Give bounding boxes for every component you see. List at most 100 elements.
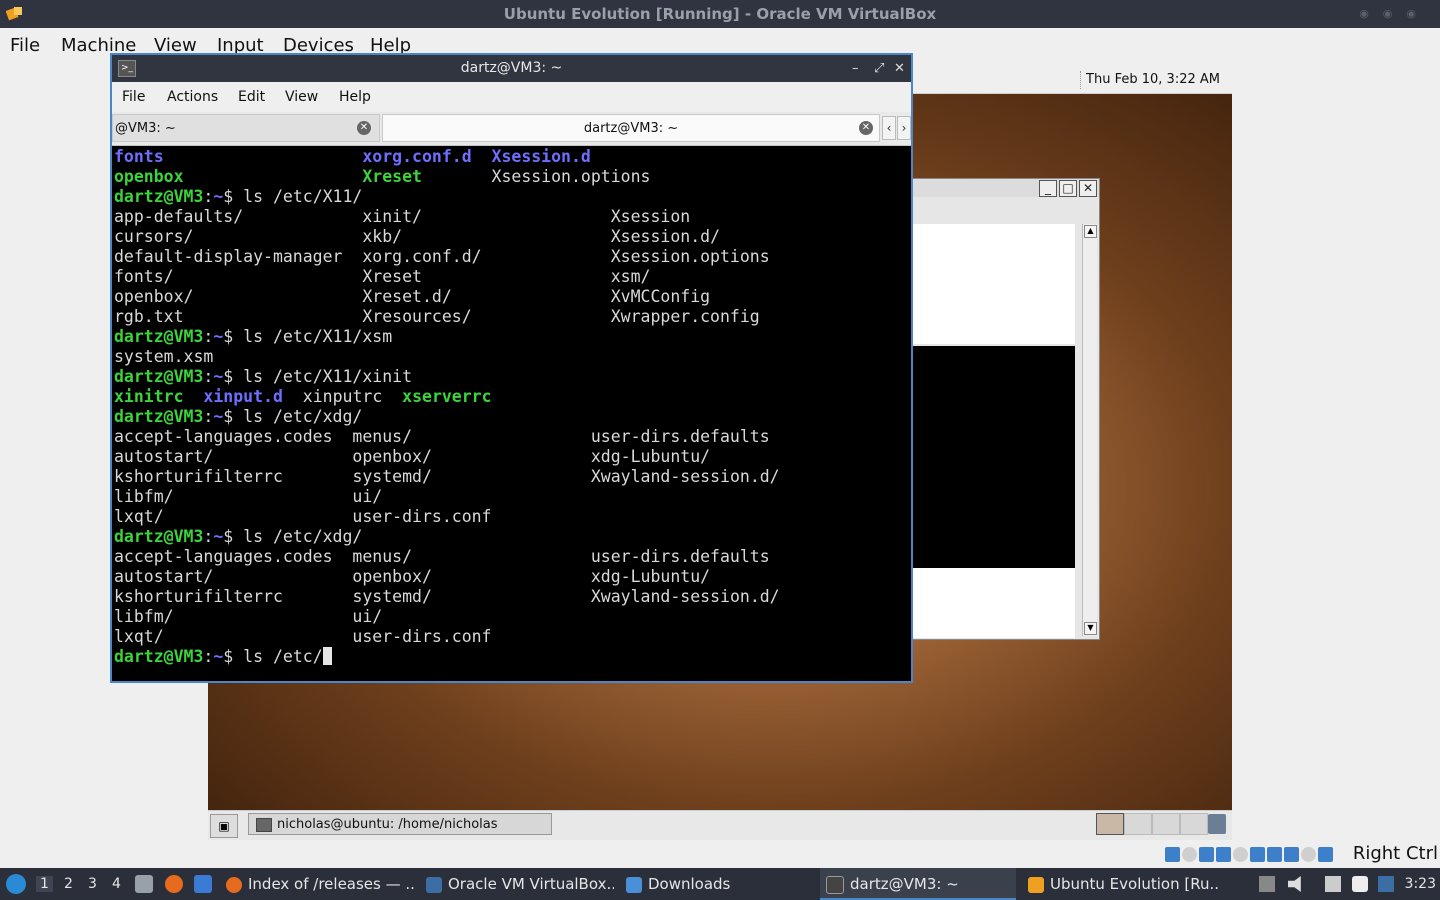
usb-icon[interactable] xyxy=(1233,847,1248,862)
audio-icon[interactable] xyxy=(1199,847,1214,862)
scroll-down-icon[interactable]: ▼ xyxy=(1084,622,1097,635)
terminal-icon: >_ xyxy=(118,60,136,77)
terminal-output-line: fonts/ Xreset xsm/ xyxy=(114,267,780,287)
guest-clock[interactable]: Thu Feb 10, 3:22 AM xyxy=(1086,72,1220,87)
scroll-up-icon[interactable]: ▲ xyxy=(1084,225,1097,238)
taskbar-task-ubuntu-vm[interactable]: Ubuntu Evolution [Ru... xyxy=(1028,868,1218,900)
column-padding xyxy=(432,447,591,466)
guest-workspace-3[interactable] xyxy=(1152,813,1180,835)
recording-icon[interactable] xyxy=(1284,847,1299,862)
trash-icon[interactable] xyxy=(1208,814,1226,834)
tab-scroll-left-icon[interactable]: ‹ xyxy=(882,116,896,140)
optical-drive-icon[interactable] xyxy=(1182,847,1197,862)
hard-disk-icon[interactable] xyxy=(1165,847,1180,862)
column-padding xyxy=(164,627,353,646)
prompt-symbol: $ xyxy=(223,407,244,426)
workspace-3[interactable]: 3 xyxy=(88,876,97,892)
terminal-menu-actions[interactable]: Actions xyxy=(167,89,218,105)
column-padding xyxy=(472,147,492,166)
ls-entry: fonts/ xyxy=(114,267,174,286)
tab-close-icon[interactable]: ✕ xyxy=(859,121,873,135)
ls-entry: Xsession.options xyxy=(610,247,770,266)
ls-entry: openbox xyxy=(114,167,184,186)
file-manager-launcher-icon[interactable] xyxy=(135,875,153,893)
ls-entry: ui/ xyxy=(352,487,383,506)
taskbar-task-firefox[interactable]: Index of /releases — ... xyxy=(226,868,414,900)
vbox-status-icons xyxy=(1165,847,1335,866)
terminal-menu-view[interactable]: View xyxy=(285,89,318,105)
tab-scroll-right-icon[interactable]: › xyxy=(897,116,911,140)
terminal-tab-2[interactable]: dartz@VM3: ~ ✕ xyxy=(382,114,880,142)
guest-inner-window[interactable]: _ □ ✕ ▲ ▼ xyxy=(908,178,1100,640)
guest-taskbar: ▣ nicholas@ubuntu: /home/nicholas xyxy=(208,810,1232,841)
volume-icon[interactable] xyxy=(1288,876,1301,892)
terminal-titlebar[interactable]: >_ dartz@VM3: ~ – ⤢ ✕ xyxy=(112,55,911,82)
display-icon[interactable] xyxy=(1267,847,1282,862)
close-icon[interactable]: ✕ xyxy=(894,55,905,82)
ls-entry: xorg.conf.d/ xyxy=(362,247,482,266)
ls-entry: XvMCConfig xyxy=(610,287,711,306)
terminal-menu-file[interactable]: File xyxy=(122,89,145,105)
prompt-symbol: $ xyxy=(223,187,244,206)
taskbar-clock[interactable]: 3:23 xyxy=(1405,876,1436,892)
task-label: Ubuntu Evolution [Ru... xyxy=(1050,875,1218,893)
clipboard-tray-icon[interactable] xyxy=(1259,876,1275,892)
start-menu-icon[interactable] xyxy=(6,874,26,894)
desktop-launcher-icon[interactable] xyxy=(194,875,212,893)
update-tray-icon[interactable] xyxy=(1378,876,1394,892)
maximize-icon[interactable]: □ xyxy=(1059,180,1077,197)
command-text: ls /etc/X11/ xyxy=(243,187,363,206)
terminal-prompt-line: dartz@VM3:~$ ls /etc/X11/xinit xyxy=(114,367,780,387)
host-window-titlebar[interactable]: Ubuntu Evolution [Running] - Oracle VM V… xyxy=(0,0,1440,28)
guest-workspace-4[interactable] xyxy=(1180,813,1208,835)
column-padding xyxy=(174,267,363,286)
column-padding xyxy=(422,267,611,286)
close-icon[interactable]: ✕ xyxy=(1079,180,1097,197)
terminal-window[interactable]: >_ dartz@VM3: ~ – ⤢ ✕ File Actions Edit … xyxy=(110,53,913,683)
column-padding xyxy=(412,547,591,566)
minimize-icon[interactable]: _ xyxy=(1039,180,1057,197)
workspace-1[interactable]: 1 xyxy=(36,876,53,892)
column-padding xyxy=(333,547,353,566)
terminal-menu-help[interactable]: Help xyxy=(339,89,371,105)
ls-entry: kshorturifilterrc xyxy=(114,587,283,606)
workspace-2[interactable]: 2 xyxy=(64,876,73,892)
taskbar-task-downloads[interactable]: Downloads xyxy=(626,868,814,900)
taskbar-task-terminal[interactable]: dartz@VM3: ~ xyxy=(820,868,1016,900)
cpu-icon[interactable] xyxy=(1301,847,1316,862)
column-padding xyxy=(342,247,362,266)
prompt-user: dartz@VM3 xyxy=(114,187,204,206)
host-window-controls[interactable]: ◉◉◉ xyxy=(1359,0,1430,28)
guest-workspace-1[interactable] xyxy=(1096,813,1124,835)
terminal-output[interactable]: fonts xorg.conf.d Xsession.d openbox Xres… xyxy=(112,146,911,681)
firefox-launcher-icon[interactable] xyxy=(165,875,183,893)
maximize-icon[interactable]: ⤢ xyxy=(874,55,884,82)
terminal-prompt-line: dartz@VM3:~$ ls /etc/xdg/ xyxy=(114,527,780,547)
ls-entry: menus/ xyxy=(352,427,413,446)
inner-window-titlebar[interactable]: _ □ ✕ xyxy=(909,179,1099,197)
terminal-tab-1[interactable]: @VM3: ~ ✕ xyxy=(112,114,380,142)
vbox-menu-file[interactable]: File xyxy=(10,35,40,56)
guest-workspace-2[interactable] xyxy=(1124,813,1152,835)
battery-tray-icon[interactable] xyxy=(1352,876,1368,892)
tab-label: dartz@VM3: ~ xyxy=(583,121,679,136)
prompt-user: dartz@VM3 xyxy=(114,407,204,426)
network-icon[interactable] xyxy=(1216,847,1231,862)
network-tray-icon[interactable] xyxy=(1325,876,1341,892)
workspace-4[interactable]: 4 xyxy=(112,876,121,892)
prompt-colon: : xyxy=(203,527,214,546)
mouse-integration-icon[interactable] xyxy=(1318,847,1333,862)
prompt-user: dartz@VM3 xyxy=(114,647,204,666)
ls-entry: libfm/ xyxy=(114,487,174,506)
tab-close-icon[interactable]: ✕ xyxy=(357,121,371,135)
guest-show-desktop-icon[interactable]: ▣ xyxy=(210,814,238,838)
inner-window-scrollbar[interactable]: ▲ ▼ xyxy=(1082,224,1097,636)
terminal-menu-edit[interactable]: Edit xyxy=(238,89,265,105)
guest-task-item[interactable]: nicholas@ubuntu: /home/nicholas xyxy=(248,813,552,835)
column-padding xyxy=(432,567,591,586)
taskbar-task-virtualbox[interactable]: Oracle VM VirtualBox... xyxy=(426,868,614,900)
command-text: ls /etc/xdg/ xyxy=(243,527,363,546)
shared-folders-icon[interactable] xyxy=(1250,847,1265,862)
minimize-icon[interactable]: – xyxy=(852,55,859,82)
prompt-user: dartz@VM3 xyxy=(114,367,204,386)
